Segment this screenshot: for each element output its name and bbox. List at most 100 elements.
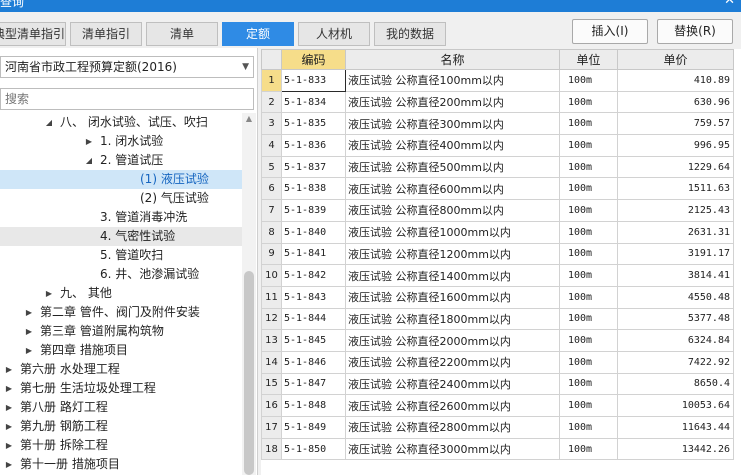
code-cell[interactable]: 5-1-843	[281, 285, 346, 309]
name-cell[interactable]: 液压试验 公称直径1400mm以内	[345, 264, 560, 287]
table-row[interactable]: 13 5-1-845 液压试验 公称直径2000mm以内 100m 6324.84	[261, 329, 734, 352]
table-row[interactable]: 1 5-1-833 液压试验 公称直径100mm以内 100m 410.89	[261, 69, 734, 92]
tree-item[interactable]: ▶ 第十册 拆除工程	[0, 436, 242, 455]
unit-cell[interactable]: 100m	[559, 69, 618, 92]
price-cell[interactable]: 6324.84	[617, 329, 734, 352]
price-cell[interactable]: 13442.26	[617, 437, 734, 461]
row-number-cell[interactable]: 4	[261, 134, 282, 157]
name-column-header[interactable]: 名称	[345, 49, 560, 70]
name-cell[interactable]: 液压试验 公称直径100mm以内	[345, 69, 560, 92]
unit-cell[interactable]: 100m	[559, 220, 618, 244]
collapse-arrow-icon[interactable]: ◢	[44, 113, 54, 132]
unit-column-header[interactable]: 单位	[559, 49, 618, 70]
search-input[interactable]	[0, 88, 254, 110]
price-cell[interactable]: 2631.31	[617, 220, 734, 244]
price-cell[interactable]: 8650.4	[617, 372, 734, 396]
unit-cell[interactable]: 100m	[559, 90, 618, 114]
price-cell[interactable]: 7422.92	[617, 350, 734, 374]
row-number-cell[interactable]: 14	[261, 350, 282, 374]
name-cell[interactable]: 液压试验 公称直径2800mm以内	[345, 416, 560, 439]
tree-item[interactable]: ▶ 第三章 管道附属构筑物	[0, 322, 242, 341]
price-cell[interactable]: 759.57	[617, 112, 734, 136]
unit-cell[interactable]: 100m	[559, 437, 618, 461]
expand-arrow-icon[interactable]: ▶	[4, 398, 14, 417]
tab-quota[interactable]: 定额	[222, 22, 294, 46]
tree-item[interactable]: 6. 井、池渗漏试验	[0, 265, 242, 284]
expand-arrow-icon[interactable]: ▶	[4, 379, 14, 398]
name-cell[interactable]: 液压试验 公称直径2400mm以内	[345, 372, 560, 396]
expand-arrow-icon[interactable]: ▶	[44, 284, 54, 303]
tab-typical-bill-guide[interactable]: 典型清单指引	[0, 22, 66, 46]
tree-item[interactable]: ▶ 第六册 水处理工程	[0, 360, 242, 379]
insert-button[interactable]: 插入(I)	[572, 19, 648, 44]
row-number-cell[interactable]: 6	[261, 177, 282, 201]
expand-arrow-icon[interactable]: ▶	[24, 303, 34, 322]
name-cell[interactable]: 液压试验 公称直径1600mm以内	[345, 285, 560, 309]
unit-cell[interactable]: 100m	[559, 329, 618, 352]
tree-item[interactable]: 3. 管道消毒冲洗	[0, 208, 242, 227]
row-number-cell[interactable]: 9	[261, 242, 282, 266]
code-cell[interactable]: 5-1-836	[281, 134, 346, 157]
tree-scrollbar[interactable]: ▲	[242, 113, 256, 475]
table-row[interactable]: 12 5-1-844 液压试验 公称直径1800mm以内 100m 5377.48	[261, 307, 734, 331]
code-cell[interactable]: 5-1-848	[281, 394, 346, 417]
price-cell[interactable]: 10053.64	[617, 394, 734, 417]
row-number-cell[interactable]: 16	[261, 394, 282, 417]
code-cell[interactable]: 5-1-846	[281, 350, 346, 374]
tree-item[interactable]: ▶ 第八册 路灯工程	[0, 398, 242, 417]
unit-cell[interactable]: 100m	[559, 177, 618, 201]
price-cell[interactable]: 630.96	[617, 90, 734, 114]
price-cell[interactable]: 1229.64	[617, 155, 734, 179]
tab-my-data[interactable]: 我的数据	[374, 22, 446, 46]
code-cell[interactable]: 5-1-839	[281, 199, 346, 222]
price-cell[interactable]: 410.89	[617, 69, 734, 92]
price-cell[interactable]: 5377.48	[617, 307, 734, 331]
expand-arrow-icon[interactable]: ▶	[4, 436, 14, 455]
expand-arrow-icon[interactable]: ▶	[24, 341, 34, 360]
row-number-cell[interactable]: 13	[261, 329, 282, 352]
row-number-cell[interactable]: 3	[261, 112, 282, 136]
name-cell[interactable]: 液压试验 公称直径800mm以内	[345, 199, 560, 222]
table-row[interactable]: 18 5-1-850 液压试验 公称直径3000mm以内 100m 13442.26	[261, 437, 734, 461]
code-cell[interactable]: 5-1-841	[281, 242, 346, 266]
name-cell[interactable]: 液压试验 公称直径2600mm以内	[345, 394, 560, 417]
expand-arrow-icon[interactable]: ▶	[4, 455, 14, 474]
table-row[interactable]: 15 5-1-847 液压试验 公称直径2400mm以内 100m 8650.4	[261, 372, 734, 396]
table-row[interactable]: 6 5-1-838 液压试验 公称直径600mm以内 100m 1511.63	[261, 177, 734, 201]
name-cell[interactable]: 液压试验 公称直径1800mm以内	[345, 307, 560, 331]
expand-arrow-icon[interactable]: ▶	[84, 132, 94, 151]
tree-item[interactable]: 4. 气密性试验	[0, 227, 242, 246]
tab-labor-material-machine[interactable]: 人材机	[298, 22, 370, 46]
row-number-cell[interactable]: 17	[261, 416, 282, 439]
table-row[interactable]: 2 5-1-834 液压试验 公称直径200mm以内 100m 630.96	[261, 90, 734, 114]
code-column-header[interactable]: 编码	[281, 49, 346, 70]
name-cell[interactable]: 液压试验 公称直径200mm以内	[345, 90, 560, 114]
tree-item[interactable]: ▶ 第二章 管件、阀门及附件安装	[0, 303, 242, 322]
table-row[interactable]: 3 5-1-835 液压试验 公称直径300mm以内 100m 759.57	[261, 112, 734, 136]
row-number-cell[interactable]: 11	[261, 285, 282, 309]
price-cell[interactable]: 11643.44	[617, 416, 734, 439]
tree-item[interactable]: ▶ 1. 闭水试验	[0, 132, 242, 151]
name-cell[interactable]: 液压试验 公称直径2200mm以内	[345, 350, 560, 374]
scrollbar-thumb[interactable]	[244, 271, 254, 475]
scroll-up-icon[interactable]: ▲	[242, 114, 256, 123]
name-cell[interactable]: 液压试验 公称直径400mm以内	[345, 134, 560, 157]
unit-cell[interactable]: 100m	[559, 307, 618, 331]
tree-item[interactable]: ▶ 第四章 措施项目	[0, 341, 242, 360]
tree-item[interactable]: (1) 液压试验	[0, 170, 242, 189]
code-cell[interactable]: 5-1-834	[281, 90, 346, 114]
unit-cell[interactable]: 100m	[559, 372, 618, 396]
price-cell[interactable]: 2125.43	[617, 199, 734, 222]
name-cell[interactable]: 液压试验 公称直径500mm以内	[345, 155, 560, 179]
code-cell[interactable]: 5-1-835	[281, 112, 346, 136]
name-cell[interactable]: 液压试验 公称直径2000mm以内	[345, 329, 560, 352]
unit-cell[interactable]: 100m	[559, 242, 618, 266]
row-number-cell[interactable]: 2	[261, 90, 282, 114]
row-number-cell[interactable]: 5	[261, 155, 282, 179]
name-cell[interactable]: 液压试验 公称直径3000mm以内	[345, 437, 560, 461]
table-row[interactable]: 5 5-1-837 液压试验 公称直径500mm以内 100m 1229.64	[261, 155, 734, 179]
unit-cell[interactable]: 100m	[559, 350, 618, 374]
table-row[interactable]: 17 5-1-849 液压试验 公称直径2800mm以内 100m 11643.44	[261, 416, 734, 439]
name-cell[interactable]: 液压试验 公称直径1200mm以内	[345, 242, 560, 266]
price-cell[interactable]: 996.95	[617, 134, 734, 157]
